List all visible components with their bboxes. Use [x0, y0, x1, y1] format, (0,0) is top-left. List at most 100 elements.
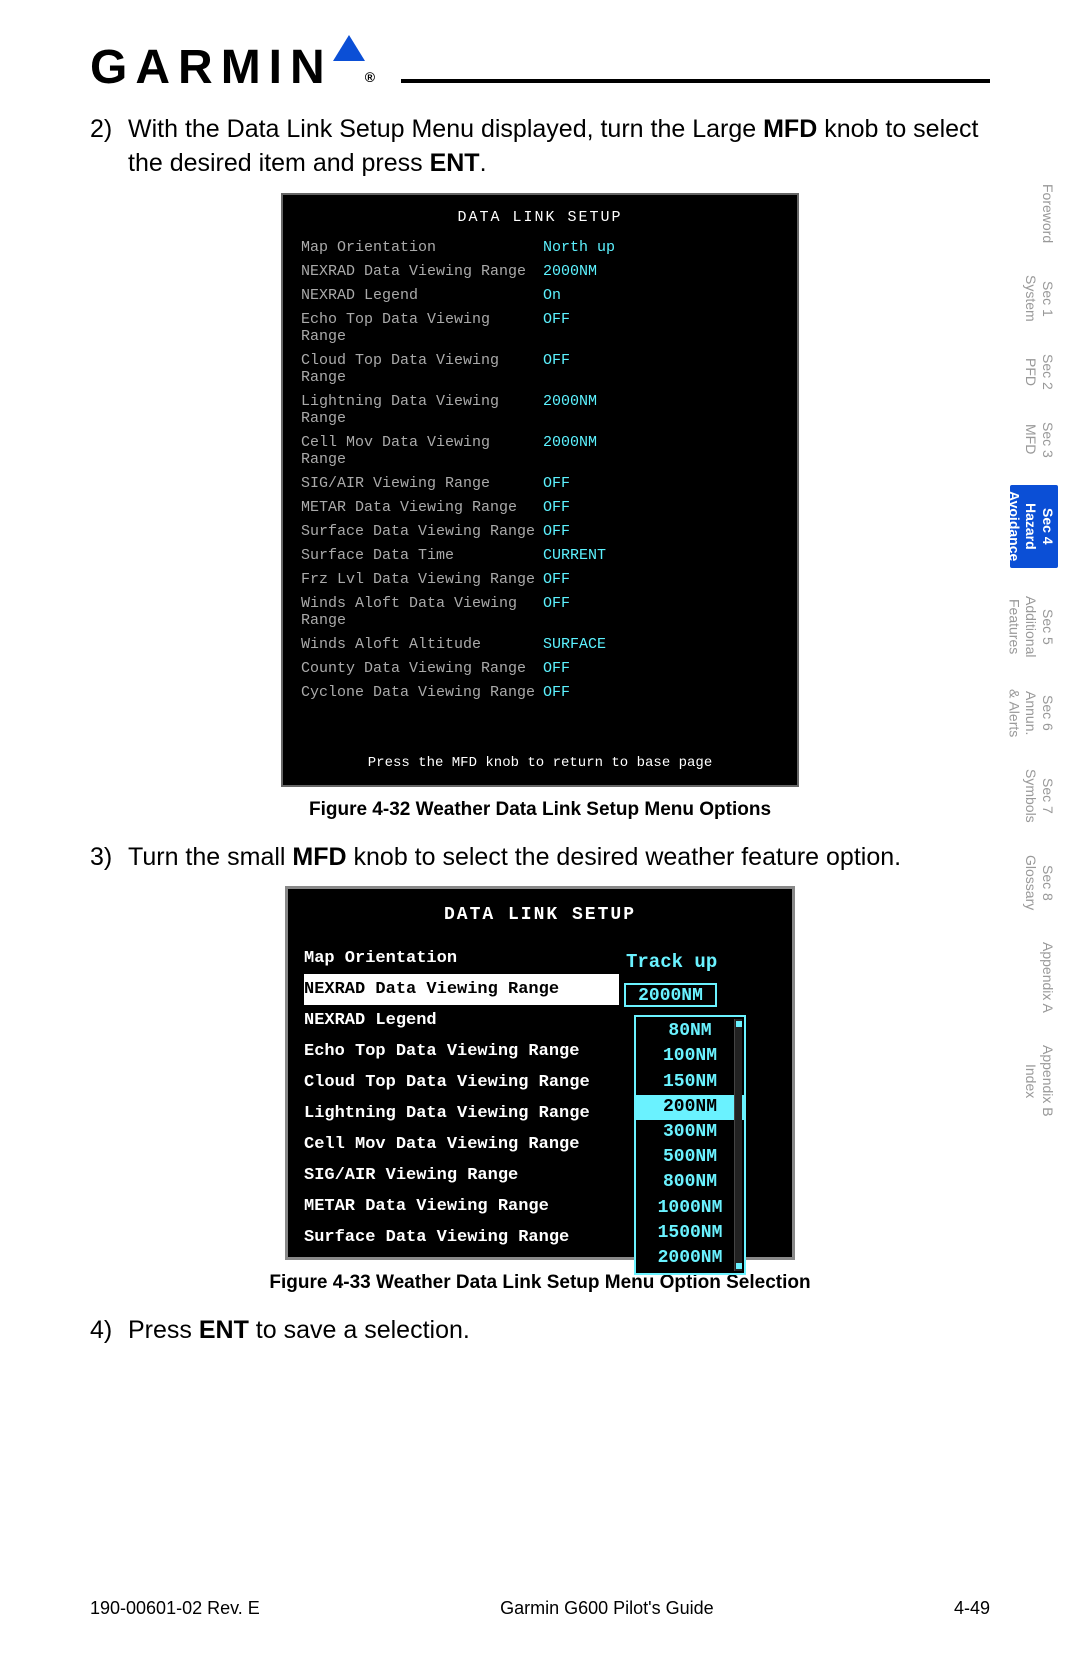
mfd1-row-value: On	[543, 287, 561, 304]
mfd1-row-label: Map Orientation	[283, 239, 543, 256]
mfd1-row: Surface Data Viewing RangeOFF	[283, 520, 797, 544]
mfd1-row-label: Frz Lvl Data Viewing Range	[283, 571, 543, 588]
section-tab[interactable]: Sec 4 Hazard Avoidance	[1010, 485, 1058, 567]
mfd2-option[interactable]: 150NM	[636, 1070, 744, 1095]
step-2: 2) With the Data Link Setup Menu display…	[90, 113, 990, 181]
mfd2-selected-value[interactable]: 2000NM	[624, 983, 717, 1007]
scrollbar[interactable]	[734, 1019, 742, 1271]
mfd1-row-value: 2000NM	[543, 263, 597, 280]
mfd1-row: SIG/AIR Viewing RangeOFF	[283, 472, 797, 496]
mfd1-row-value: OFF	[543, 660, 570, 677]
step-3: 3) Turn the small MFD knob to select the…	[90, 841, 990, 875]
mfd1-row-label: METAR Data Viewing Range	[283, 499, 543, 516]
mfd2-option[interactable]: 80NM	[636, 1019, 744, 1044]
mfd1-row: METAR Data Viewing RangeOFF	[283, 496, 797, 520]
page-footer: 190-00601-02 Rev. E Garmin G600 Pilot's …	[90, 1598, 990, 1619]
mfd1-row: Map OrientationNorth up	[283, 236, 797, 260]
garmin-logo: GARMIN ®	[90, 40, 383, 95]
section-tab[interactable]: Sec 2 PFD	[1010, 350, 1058, 394]
mfd1-row-label: Lightning Data Viewing Range	[283, 393, 543, 427]
mfd1-row-label: Cloud Top Data Viewing Range	[283, 352, 543, 386]
section-tab[interactable]: Sec 1 System	[1010, 271, 1058, 326]
mfd1-row-label: Echo Top Data Viewing Range	[283, 311, 543, 345]
mfd1-row-label: Surface Data Time	[283, 547, 543, 564]
mfd1-row-label: Surface Data Viewing Range	[283, 523, 543, 540]
mfd2-option[interactable]: 1000NM	[636, 1196, 744, 1221]
mfd-screenshot-1: DATA LINK SETUP Map OrientationNorth upN…	[281, 193, 799, 787]
mfd2-option[interactable]: 500NM	[636, 1145, 744, 1170]
mfd1-row-label: County Data Viewing Range	[283, 660, 543, 677]
mfd1-row-label: Cyclone Data Viewing Range	[283, 684, 543, 701]
section-tab[interactable]: Sec 7 Symbols	[1010, 765, 1058, 827]
step-body: With the Data Link Setup Menu displayed,…	[128, 113, 990, 181]
footer-center: Garmin G600 Pilot's Guide	[500, 1598, 714, 1619]
section-tab[interactable]: Sec 8 Glossary	[1010, 851, 1058, 914]
section-tab[interactable]: Foreword	[1010, 180, 1058, 247]
mfd2-option[interactable]: 200NM	[636, 1095, 744, 1120]
mfd1-row-value: OFF	[543, 352, 570, 386]
mfd1-row-label: NEXRAD Legend	[283, 287, 543, 304]
mfd1-row-value: OFF	[543, 684, 570, 701]
mfd1-row-value: OFF	[543, 499, 570, 516]
mfd1-row-label: Winds Aloft Data Viewing Range	[283, 595, 543, 629]
mfd1-row: Cyclone Data Viewing RangeOFF	[283, 681, 797, 705]
mfd1-row: Cell Mov Data Viewing Range2000NM	[283, 431, 797, 472]
mfd1-row-value: 2000NM	[543, 434, 597, 468]
mfd1-row: Winds Aloft AltitudeSURFACE	[283, 633, 797, 657]
mfd1-row-value: OFF	[543, 311, 570, 345]
mfd1-row: Echo Top Data Viewing RangeOFF	[283, 308, 797, 349]
footer-right: 4-49	[954, 1598, 990, 1619]
section-tab[interactable]: Sec 5 Additional Features	[1010, 592, 1058, 662]
section-tab[interactable]: Appendix B Index	[1010, 1041, 1058, 1121]
mfd1-row: Frz Lvl Data Viewing RangeOFF	[283, 568, 797, 592]
header-rule	[401, 79, 990, 83]
section-tabs: Foreword Sec 1 System Sec 2 PFD Sec 3 MFD Se…	[1010, 180, 1058, 1121]
mfd2-top-value: Track up	[626, 951, 717, 973]
mfd1-row-value: 2000NM	[543, 393, 597, 427]
mfd1-row: Surface Data TimeCURRENT	[283, 544, 797, 568]
mfd1-row: County Data Viewing RangeOFF	[283, 657, 797, 681]
mfd2-title: DATA LINK SETUP	[288, 889, 792, 943]
mfd2-option[interactable]: 800NM	[636, 1170, 744, 1195]
step-number: 2)	[90, 113, 128, 181]
mfd2-option[interactable]: 300NM	[636, 1120, 744, 1145]
mfd1-row-value: OFF	[543, 475, 570, 492]
step-body: Turn the small MFD knob to select the de…	[128, 841, 990, 875]
mfd1-row: Cloud Top Data Viewing RangeOFF	[283, 349, 797, 390]
registered-icon: ®	[365, 69, 383, 85]
mfd1-row: Lightning Data Viewing Range2000NM	[283, 390, 797, 431]
section-tab[interactable]: Sec 3 MFD	[1010, 418, 1058, 462]
figure-4-33-caption: Figure 4-33 Weather Data Link Setup Menu…	[90, 1272, 990, 1294]
mfd1-row: NEXRAD Data Viewing Range2000NM	[283, 260, 797, 284]
header: GARMIN ®	[90, 40, 990, 95]
mfd1-row-value: OFF	[543, 595, 570, 629]
step-number: 4)	[90, 1314, 128, 1348]
mfd1-title: DATA LINK SETUP	[283, 205, 797, 236]
mfd2-option[interactable]: 100NM	[636, 1044, 744, 1069]
mfd1-row-value: OFF	[543, 523, 570, 540]
mfd1-row-value: OFF	[543, 571, 570, 588]
mfd1-row-value: North up	[543, 239, 615, 256]
mfd2-row[interactable]: Map Orientation	[304, 943, 792, 974]
mfd2-option[interactable]: 2000NM	[636, 1246, 744, 1271]
mfd2-options-dropdown[interactable]: 80NM100NM150NM200NM300NM500NM800NM1000NM…	[634, 1015, 746, 1275]
step-number: 3)	[90, 841, 128, 875]
mfd1-row: Winds Aloft Data Viewing RangeOFF	[283, 592, 797, 633]
mfd-screenshot-2: DATA LINK SETUP Map OrientationNEXRAD Da…	[285, 886, 795, 1260]
mfd2-row[interactable]: NEXRAD Data Viewing Range	[304, 974, 619, 1005]
mfd1-row-value: SURFACE	[543, 636, 606, 653]
section-tab[interactable]: Appendix A	[1010, 938, 1058, 1017]
mfd2-option[interactable]: 1500NM	[636, 1221, 744, 1246]
mfd1-row-label: NEXRAD Data Viewing Range	[283, 263, 543, 280]
mfd1-row-label: Winds Aloft Altitude	[283, 636, 543, 653]
mfd1-footer: Press the MFD knob to return to base pag…	[283, 705, 797, 771]
mfd1-row-value: CURRENT	[543, 547, 606, 564]
mfd1-row-label: Cell Mov Data Viewing Range	[283, 434, 543, 468]
footer-left: 190-00601-02 Rev. E	[90, 1598, 260, 1619]
mfd1-row: NEXRAD LegendOn	[283, 284, 797, 308]
section-tab[interactable]: Sec 6 Annun. & Alerts	[1010, 685, 1058, 741]
step-4: 4) Press ENT to save a selection.	[90, 1314, 990, 1348]
figure-4-32-caption: Figure 4-32 Weather Data Link Setup Menu…	[90, 799, 990, 821]
step-body: Press ENT to save a selection.	[128, 1314, 990, 1348]
mfd1-row-label: SIG/AIR Viewing Range	[283, 475, 543, 492]
